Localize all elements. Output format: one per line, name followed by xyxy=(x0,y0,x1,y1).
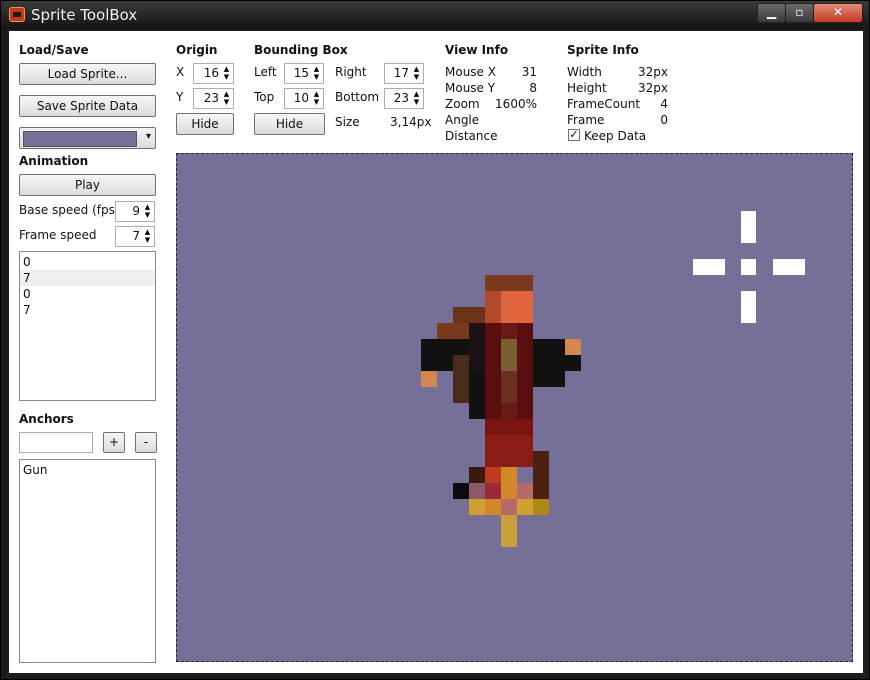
origin-x-stepper[interactable]: 16 ▲ ▼ xyxy=(193,63,234,84)
spin-arrows-icon[interactable]: ▲ ▼ xyxy=(221,65,232,82)
anchor-name-input[interactable] xyxy=(19,432,93,453)
bbox-bottom-stepper[interactable]: 23 ▲ ▼ xyxy=(384,88,424,109)
bbox-size-label: Size xyxy=(335,115,360,129)
mouse-y-value: 8 xyxy=(529,81,537,95)
chevron-down-icon: ▾ xyxy=(145,131,151,142)
title-bar[interactable]: Sprite ToolBox ▁ ▫ ✕ xyxy=(1,1,869,29)
close-button[interactable]: ✕ xyxy=(813,3,863,23)
origin-y-label: Y xyxy=(176,90,184,104)
minimize-button[interactable]: ▁ xyxy=(757,3,786,23)
sprite-width-value: 32px xyxy=(638,65,668,79)
zoom-value: 1600% xyxy=(495,97,537,111)
base-speed-value: 9 xyxy=(132,204,140,218)
origin-header: Origin xyxy=(176,43,218,57)
frame-list[interactable]: 0 7 0 7 xyxy=(19,251,156,401)
base-speed-label: Base speed (fps) xyxy=(19,203,120,217)
spin-arrows-icon[interactable]: ▲ ▼ xyxy=(142,203,153,220)
bbox-right-value: 17 xyxy=(393,66,409,80)
list-item[interactable]: Gun xyxy=(20,462,155,478)
distance-label: Distance xyxy=(445,129,498,143)
spin-arrows-icon[interactable]: ▲ ▼ xyxy=(142,228,153,245)
bbox-size-value: 3,14px xyxy=(390,115,432,129)
origin-x-label: X xyxy=(176,65,185,79)
window-title: Sprite ToolBox xyxy=(31,6,138,24)
sprite-height-label: Height xyxy=(567,81,607,95)
sprite-info-header: Sprite Info xyxy=(567,43,639,57)
spin-arrows-icon[interactable]: ▲ ▼ xyxy=(311,90,322,107)
spin-arrows-icon[interactable]: ▲ ▼ xyxy=(311,65,322,82)
sprite-width-label: Width xyxy=(567,65,602,79)
sprite-height-value: 32px xyxy=(638,81,668,95)
bbox-bottom-value: 23 xyxy=(393,91,409,105)
keep-data-checkbox[interactable]: ✓ xyxy=(568,129,580,141)
spin-arrows-icon[interactable]: ▲ ▼ xyxy=(411,65,422,82)
maximize-button[interactable]: ▫ xyxy=(785,3,814,23)
origin-y-stepper[interactable]: 23 ▲ ▼ xyxy=(193,88,234,109)
client-area: Load/Save Load Sprite... Save Sprite Dat… xyxy=(9,31,863,673)
background-color-dropdown[interactable]: ▾ xyxy=(19,127,156,149)
bbox-header: Bounding Box xyxy=(254,43,348,57)
bbox-right-label: Right xyxy=(335,65,367,79)
spin-arrows-icon[interactable]: ▲ ▼ xyxy=(221,90,232,107)
bbox-top-value: 10 xyxy=(293,91,309,105)
loadsave-header: Load/Save xyxy=(19,43,89,57)
list-item[interactable]: 0 xyxy=(20,254,155,270)
bbox-hide-button[interactable]: Hide xyxy=(254,113,325,135)
remove-anchor-button[interactable]: - xyxy=(135,432,157,453)
origin-hide-button[interactable]: Hide xyxy=(176,113,234,135)
play-button[interactable]: Play xyxy=(19,174,156,196)
frame-value: 0 xyxy=(660,113,668,127)
frame-speed-label: Frame speed xyxy=(19,228,97,242)
list-item[interactable]: 0 xyxy=(20,286,155,302)
frame-speed-value: 7 xyxy=(132,229,140,243)
background-color-swatch xyxy=(23,131,137,147)
keep-data-label: Keep Data xyxy=(584,129,647,143)
sprite-canvas[interactable] xyxy=(176,153,853,662)
animation-header: Animation xyxy=(19,154,89,168)
save-sprite-data-button[interactable]: Save Sprite Data xyxy=(19,95,156,117)
view-info-header: View Info xyxy=(445,43,509,57)
app-window: Sprite ToolBox ▁ ▫ ✕ Load/Save Load Spri… xyxy=(0,0,870,680)
load-sprite-button[interactable]: Load Sprite... xyxy=(19,63,156,85)
spin-arrows-icon[interactable]: ▲ ▼ xyxy=(411,90,422,107)
origin-y-value: 23 xyxy=(203,91,219,105)
bbox-left-value: 15 xyxy=(293,66,309,80)
app-icon xyxy=(9,7,25,22)
frame-label: Frame xyxy=(567,113,605,127)
sprite-preview-svg xyxy=(421,211,805,547)
list-item[interactable]: 7 xyxy=(20,302,155,318)
angle-label: Angle xyxy=(445,113,480,127)
bbox-left-stepper[interactable]: 15 ▲ ▼ xyxy=(284,63,324,84)
bbox-left-label: Left xyxy=(254,65,277,79)
anchor-list[interactable]: Gun xyxy=(19,459,156,663)
anchors-header: Anchors xyxy=(19,412,74,426)
frame-speed-stepper[interactable]: 7 ▲ ▼ xyxy=(115,226,155,247)
mouse-x-value: 31 xyxy=(521,65,537,79)
zoom-label: Zoom xyxy=(445,97,480,111)
bbox-top-stepper[interactable]: 10 ▲ ▼ xyxy=(284,88,324,109)
list-item[interactable]: 7 xyxy=(20,270,155,286)
add-anchor-button[interactable]: + xyxy=(103,432,125,453)
bbox-bottom-label: Bottom xyxy=(335,90,380,104)
crosshair-icon xyxy=(693,211,805,323)
mouse-y-label: Mouse Y xyxy=(445,81,496,95)
bbox-top-label: Top xyxy=(254,90,275,104)
framecount-value: 4 xyxy=(660,97,668,111)
bbox-right-stepper[interactable]: 17 ▲ ▼ xyxy=(384,63,424,84)
sprite-character xyxy=(421,275,581,547)
base-speed-stepper[interactable]: 9 ▲ ▼ xyxy=(115,201,155,222)
origin-x-value: 16 xyxy=(203,66,219,80)
mouse-x-label: Mouse X xyxy=(445,65,496,79)
